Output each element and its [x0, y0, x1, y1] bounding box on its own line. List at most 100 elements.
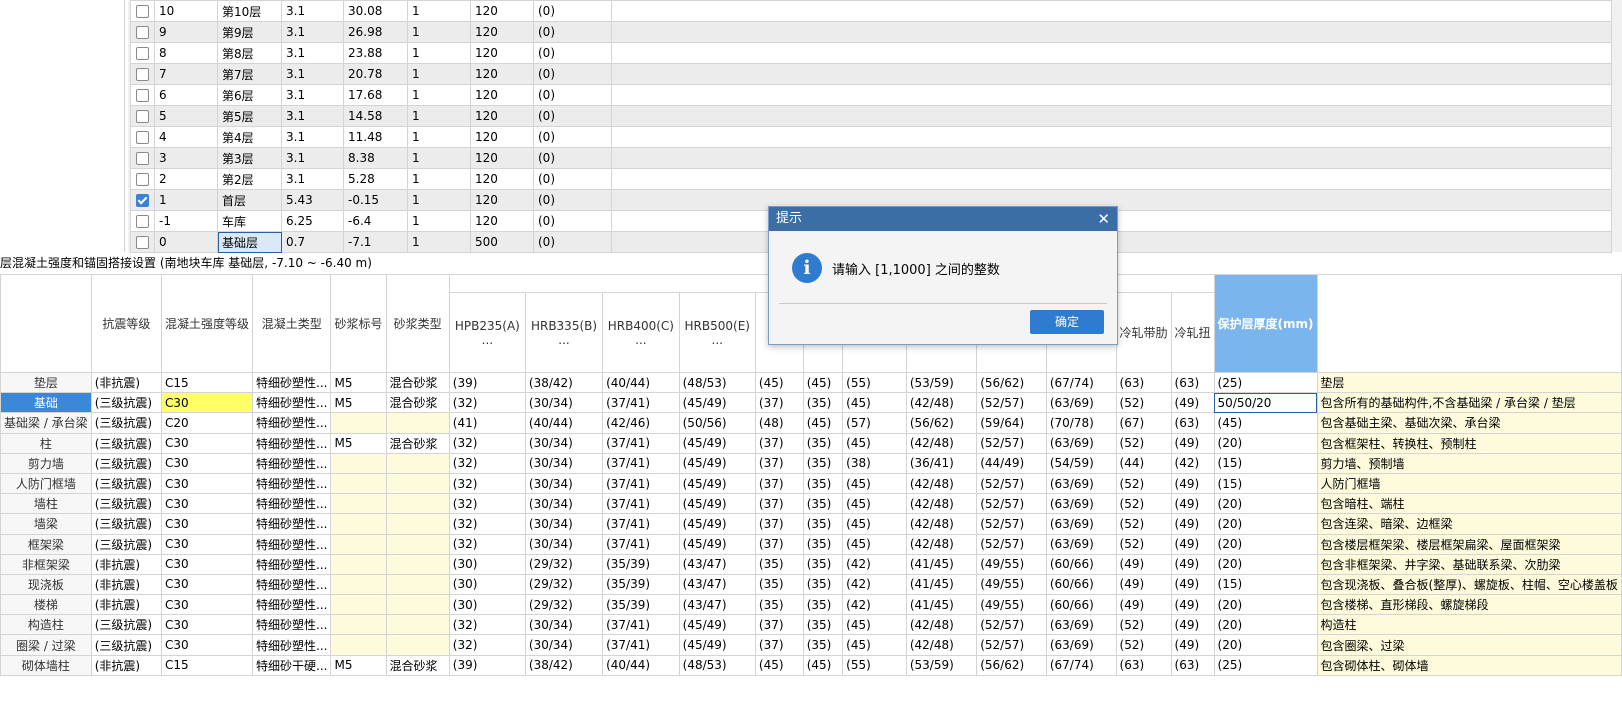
anchorage-cell[interactable]: (40/44) [602, 371, 680, 394]
grid-row[interactable]: 基础 (三级抗震) C30 特细砂塑性... M5 混合砂浆 (32) (30/34) (37/… [0, 392, 1622, 414]
anchorage-cell[interactable]: (42/48) [905, 634, 978, 656]
floor-select-cell[interactable] [130, 231, 155, 253]
anchorage-cell[interactable]: (29/32) [524, 553, 604, 575]
floor-name[interactable]: 第9层 [217, 21, 282, 43]
anchorage-cell[interactable]: (35) [802, 452, 844, 474]
floor-area[interactable]: (0) [533, 168, 612, 190]
mortar-type-cell[interactable] [385, 472, 450, 495]
anchorage-cell[interactable]: (48) [754, 412, 804, 434]
anchorage-cell[interactable]: (49) [1115, 553, 1172, 575]
anchorage-cell[interactable]: (42/48) [905, 472, 978, 495]
anchorage-cell[interactable]: (37) [754, 392, 804, 414]
concrete-type-cell[interactable]: 特细砂塑性... [252, 533, 332, 555]
floor-elevation[interactable]: 11.48 [343, 126, 408, 148]
floor-area[interactable]: (0) [533, 189, 612, 211]
anchorage-cell[interactable]: (35) [802, 432, 844, 454]
anchorage-cell[interactable]: (63/69) [1045, 432, 1117, 454]
anchorage-cell[interactable]: (56/62) [976, 654, 1047, 676]
mortar-type-cell[interactable] [385, 614, 450, 636]
component-name[interactable]: 墙柱 [0, 493, 92, 515]
floor-height[interactable]: 3.1 [281, 21, 344, 43]
anchorage-cell[interactable]: (37/41) [602, 432, 680, 454]
cover-thickness-cell[interactable]: (15) [1213, 472, 1318, 495]
anchorage-cell[interactable]: (63) [1115, 654, 1172, 676]
grid-row[interactable]: 垫层 (非抗震) C15 特细砂塑性... M5 混合砂浆 (39) (38/42) (40/4… [0, 371, 1622, 394]
anchorage-cell[interactable]: (52/57) [976, 472, 1047, 495]
mortar-type-cell[interactable]: 混合砂浆 [385, 432, 450, 454]
floor-height[interactable]: 0.7 [281, 231, 344, 253]
header-concrete-type[interactable]: 混凝土类型 [252, 274, 332, 373]
floor-name[interactable]: 第10层 [217, 0, 282, 22]
concrete-type-cell[interactable]: 特细砂干硬... [252, 654, 332, 676]
anchorage-cell[interactable]: (35) [802, 614, 844, 636]
concrete-strength-cell[interactable]: C30 [161, 452, 254, 474]
anchorage-cell[interactable]: (45/49) [678, 614, 756, 636]
concrete-type-cell[interactable]: 特细砂塑性... [252, 594, 332, 616]
floor-elevation[interactable]: -7.1 [343, 231, 408, 253]
anchorage-cell[interactable]: (30/34) [524, 432, 604, 454]
anchorage-cell[interactable]: (35) [802, 634, 844, 656]
mortar-type-cell[interactable] [385, 533, 450, 555]
anchorage-cell[interactable]: (52/57) [976, 533, 1047, 555]
floor-select-checkbox[interactable] [136, 173, 149, 186]
floor-remark[interactable] [611, 84, 1612, 106]
mortar-type-cell[interactable] [385, 452, 450, 474]
floor-code[interactable]: -1 [154, 210, 218, 232]
anchorage-cell[interactable]: (59/64) [976, 412, 1047, 434]
floor-select-cell[interactable] [130, 126, 155, 148]
anchorage-cell[interactable]: (42) [842, 553, 907, 575]
mortar-grade-cell[interactable] [330, 493, 387, 515]
anchorage-cell[interactable]: (45/49) [678, 432, 756, 454]
floor-row[interactable]: 2 第2层 3.1 5.28 1 120 (0) [130, 168, 1612, 190]
anchorage-cell[interactable]: (42/48) [905, 392, 978, 414]
grid-row[interactable]: 框架梁 (三级抗震) C30 特细砂塑性... (32) (30/34) (37/41) (4… [0, 533, 1622, 555]
anchorage-cell[interactable]: (52/57) [976, 614, 1047, 636]
concrete-strength-cell[interactable]: C30 [161, 594, 254, 616]
floor-code[interactable]: 7 [154, 63, 218, 85]
anchorage-cell[interactable]: (53/59) [905, 654, 978, 676]
header-seismic[interactable]: 抗震等级 [90, 274, 163, 373]
anchorage-cell[interactable]: (55) [842, 654, 907, 676]
anchorage-cell[interactable]: (37) [754, 432, 804, 454]
floor-count[interactable]: 1 [407, 42, 471, 64]
anchorage-cell[interactable]: (32) [448, 513, 526, 535]
grid-row[interactable]: 墙柱 (三级抗震) C30 特细砂塑性... (32) (30/34) (37/41) (45… [0, 493, 1622, 515]
floor-remark[interactable] [611, 126, 1612, 148]
header-mortar-type[interactable]: 砂浆类型 [385, 274, 450, 373]
anchorage-cell[interactable]: (60/66) [1045, 594, 1117, 616]
anchorage-cell[interactable]: (52/57) [976, 634, 1047, 656]
anchorage-cell[interactable]: (30/34) [524, 493, 604, 515]
cover-thickness-cell[interactable]: (20) [1213, 614, 1318, 636]
floor-slab-thickness[interactable]: 120 [470, 42, 534, 64]
floor-row[interactable]: 4 第4层 3.1 11.48 1 120 (0) [130, 126, 1612, 148]
anchorage-cell[interactable]: (42/48) [905, 533, 978, 555]
floor-row[interactable]: 9 第9层 3.1 26.98 1 120 (0) [130, 21, 1612, 43]
concrete-strength-cell[interactable]: C15 [161, 654, 254, 676]
mortar-type-cell[interactable] [385, 553, 450, 575]
floor-code[interactable]: 8 [154, 42, 218, 64]
component-name[interactable]: 非框架梁 [0, 553, 92, 575]
floor-select-checkbox[interactable] [136, 5, 149, 18]
cover-thickness-cell[interactable]: (15) [1213, 452, 1318, 474]
anchorage-cell[interactable]: (67) [1115, 412, 1172, 434]
anchorage-cell[interactable]: (35) [802, 493, 844, 515]
anchorage-cell[interactable]: (32) [448, 493, 526, 515]
floor-select-checkbox[interactable] [136, 236, 149, 249]
anchorage-cell[interactable]: (42/48) [905, 432, 978, 454]
anchorage-cell[interactable]: (30) [448, 594, 526, 616]
grid-row[interactable]: 基础梁 / 承台梁 (三级抗震) C20 特细砂塑性... (41) (40/44) (42… [0, 412, 1622, 434]
anchorage-cell[interactable]: (45) [842, 493, 907, 515]
anchorage-cell[interactable]: (35) [754, 553, 804, 575]
cover-thickness-cell[interactable]: (20) [1213, 513, 1318, 535]
cover-thickness-cell[interactable]: (15) [1213, 573, 1318, 596]
mortar-grade-cell[interactable] [330, 594, 387, 616]
floor-name[interactable]: 第6层 [217, 84, 282, 106]
anchorage-cell[interactable]: (63/69) [1045, 392, 1117, 414]
anchorage-cell[interactable]: (63/69) [1045, 634, 1117, 656]
anchorage-cell[interactable]: (32) [448, 452, 526, 474]
anchorage-cell[interactable]: (39) [448, 371, 526, 394]
floor-area[interactable]: (0) [533, 63, 612, 85]
anchorage-cell[interactable]: (30/34) [524, 614, 604, 636]
floor-code[interactable]: 9 [154, 21, 218, 43]
floor-code[interactable]: 4 [154, 126, 218, 148]
